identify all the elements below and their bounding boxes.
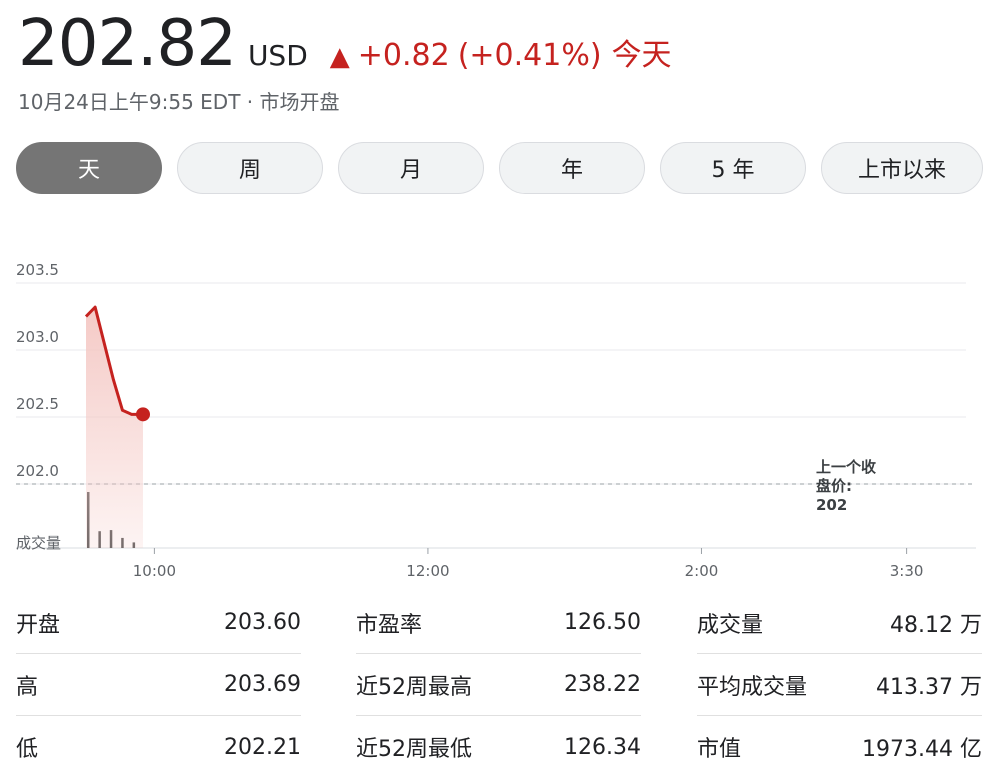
- current-price: 202.82: [18, 7, 237, 81]
- change-percent: (+0.41%): [457, 38, 602, 73]
- x-tick-label: 12:00: [406, 562, 449, 580]
- y-tick-label: 203.5: [16, 261, 59, 279]
- up-triangle-icon: ▲: [329, 42, 350, 72]
- x-tick-label: 10:00: [133, 562, 176, 580]
- stats-table: 开盘 203.60 高 203.69 低 202.21 市盈率 126.50 近52周最…: [16, 592, 984, 774]
- stat-label: 近52周最高: [356, 674, 472, 700]
- quote-header: 202.82 USD ▲ +0.82 (+0.41%) 今天: [18, 4, 672, 84]
- price-change: ▲ +0.82 (+0.41%) 今天: [330, 30, 672, 74]
- stat-label: 市值: [697, 737, 742, 762]
- price-chart[interactable]: 203.5 203.0 202.5 202.0 10:00 12:00 2:00 3:30 上一…: [0, 250, 1000, 586]
- stat-value: 126.34: [564, 734, 641, 760]
- stat-label: 高: [16, 674, 39, 700]
- stat-value: 202.21: [224, 734, 301, 760]
- x-tick-label: 3:30: [890, 562, 924, 580]
- range-tab-label: 周: [238, 158, 261, 183]
- range-tab-label: 上市以来: [857, 158, 946, 183]
- currency-code: USD: [247, 39, 308, 72]
- y-tick-label: 203.0: [16, 328, 59, 346]
- volume-label: 成交量: [16, 534, 61, 552]
- stat-label: 成交量: [697, 612, 764, 638]
- stat-row-52wk-high: 近52周最高 238.22: [356, 654, 641, 716]
- stat-label: 平均成交量: [697, 674, 808, 700]
- previous-close-label: 上一个收: [816, 458, 876, 476]
- stat-value: 1973.44 亿: [862, 737, 982, 762]
- stat-value: 413.37 万: [876, 674, 982, 700]
- stats-column-1: 开盘 203.60 高 203.69 低 202.21: [16, 592, 301, 778]
- previous-close-label: 盘价:: [816, 477, 852, 495]
- range-tab-label: 天: [77, 158, 100, 183]
- change-amount: +0.82: [357, 38, 450, 73]
- change-period: 今天: [611, 38, 672, 73]
- stat-row-pe-ratio: 市盈率 126.50: [356, 592, 641, 654]
- stat-label: 市盈率: [356, 612, 423, 638]
- range-tab-day[interactable]: 天: [16, 142, 162, 194]
- stat-row-volume: 成交量 48.12 万: [697, 592, 982, 654]
- stat-value: 203.60: [224, 610, 301, 635]
- stat-value: 203.69: [224, 672, 301, 697]
- range-tab-max[interactable]: 上市以来: [821, 142, 983, 194]
- price-area-fill: [86, 307, 143, 548]
- stats-column-2: 市盈率 126.50 近52周最高 238.22 近52周最低 126.34: [356, 592, 641, 778]
- y-tick-label: 202.0: [16, 462, 59, 480]
- range-tab-label: 年: [560, 158, 583, 183]
- range-tab-label: 5 年: [711, 158, 755, 183]
- stat-label: 近52周最低: [356, 737, 472, 762]
- last-price-marker[interactable]: [135, 407, 150, 422]
- stat-row-avg-volume: 平均成交量 413.37 万: [697, 654, 982, 716]
- range-tab-label: 月: [399, 158, 422, 183]
- stat-row-low: 低 202.21: [16, 716, 301, 778]
- x-tick-label: 2:00: [685, 562, 719, 580]
- stat-value: 126.50: [564, 610, 641, 635]
- stat-label: 开盘: [16, 612, 61, 638]
- stat-value: 238.22: [564, 672, 641, 697]
- quote-timestamp: 10月24日上午9:55 EDT · 市场开盘: [18, 90, 340, 114]
- stat-row-open: 开盘 203.60: [16, 592, 301, 654]
- range-tab-week[interactable]: 周: [177, 142, 323, 194]
- stats-column-3: 成交量 48.12 万 平均成交量 413.37 万 市值 1973.44 亿: [697, 592, 982, 778]
- range-tab-bar: 天 周 月 年 5 年 上市以来: [16, 142, 984, 196]
- stat-row-market-cap: 市值 1973.44 亿: [697, 716, 982, 778]
- stat-row-high: 高 203.69: [16, 654, 301, 716]
- range-tab-year[interactable]: 年: [499, 142, 645, 194]
- stat-value: 48.12 万: [890, 612, 982, 638]
- stat-label: 低: [16, 737, 39, 762]
- previous-close-label: 202: [816, 496, 847, 514]
- y-tick-label: 202.5: [16, 395, 59, 413]
- stat-row-52wk-low: 近52周最低 126.34: [356, 716, 641, 778]
- range-tab-month[interactable]: 月: [338, 142, 484, 194]
- range-tab-5-year[interactable]: 5 年: [660, 142, 806, 194]
